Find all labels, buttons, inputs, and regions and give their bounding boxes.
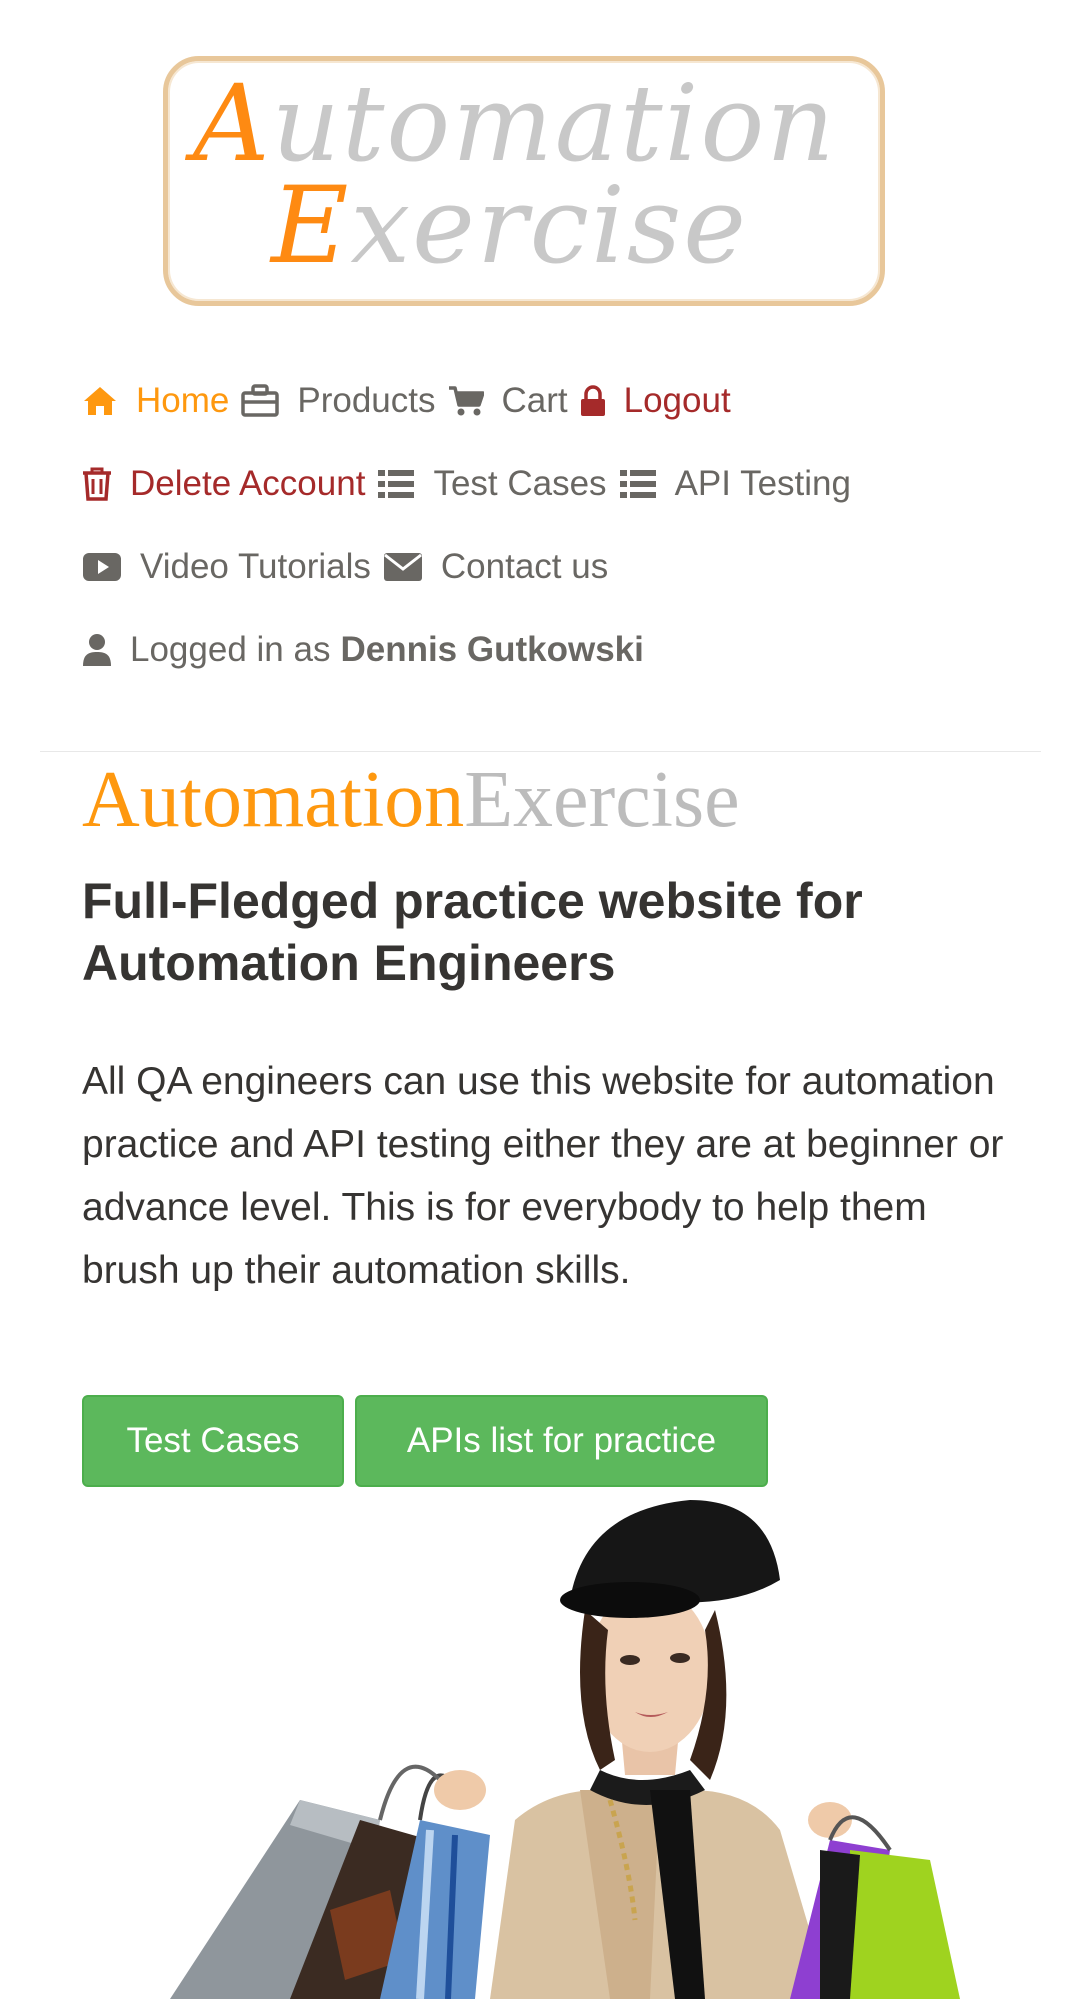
nav-item-label: Contact us <box>440 547 609 586</box>
hero-brand-title: AutomationExercise <box>82 752 740 848</box>
logged-in-username: Dennis Gutkowski <box>340 630 644 669</box>
nav-row: Delete Account Test Cases API Testing <box>82 459 851 509</box>
hero-shopping-woman-image <box>130 1490 1030 1999</box>
nav-item-api-testing[interactable]: API Testing <box>619 464 851 504</box>
youtube-play-icon <box>82 551 122 583</box>
brand-part-exercise: Exercise <box>464 756 740 844</box>
apis-list-button[interactable]: APIs list for practice <box>355 1395 768 1487</box>
nav-item-video-tutorials[interactable]: Video Tutorials <box>82 547 371 587</box>
trash-icon <box>82 467 112 501</box>
nav-item-label: API Testing <box>674 464 851 503</box>
nav-item-contact-us[interactable]: Contact us <box>383 547 608 587</box>
nav-item-home[interactable]: Home <box>82 381 229 421</box>
nav-row: Home Products Cart Logout <box>82 376 731 426</box>
logo-letter-a: A <box>193 62 272 185</box>
briefcase-icon <box>241 384 280 418</box>
list-icon <box>619 468 657 500</box>
nav-item-logout[interactable]: Logout <box>580 381 731 421</box>
list-icon <box>377 468 415 500</box>
test-cases-button[interactable]: Test Cases <box>82 1395 344 1487</box>
logged-in-status: Logged in as Dennis Gutkowski <box>82 625 644 675</box>
page: Automation Exercise Home Products Cart L… <box>0 0 1081 1999</box>
nav-item-cart[interactable]: Cart <box>448 381 568 421</box>
home-icon <box>82 385 118 417</box>
user-icon <box>82 633 112 667</box>
nav-item-label: Delete Account <box>130 464 366 503</box>
nav-item-delete-account[interactable]: Delete Account <box>82 464 365 504</box>
nav-item-label: Test Cases <box>433 464 607 503</box>
nav-item-test-cases[interactable]: Test Cases <box>377 464 607 504</box>
logo-letter-e: E <box>271 164 351 287</box>
cart-icon <box>448 385 484 417</box>
nav-item-label: Cart <box>501 381 568 420</box>
hero-headline: Full-Fledged practice website for Automa… <box>82 873 863 991</box>
nav-item-label: Video Tutorials <box>140 547 371 586</box>
logo-line-2: Exercise <box>271 166 748 286</box>
nav-row: Video Tutorials Contact us <box>82 542 608 592</box>
nav-item-label: Logout <box>623 381 731 420</box>
site-logo[interactable]: Automation Exercise <box>163 56 885 306</box>
nav-item-label: Products <box>297 381 436 420</box>
nav-item-products[interactable]: Products <box>241 381 436 421</box>
logo-word-exercise: xercise <box>350 164 748 287</box>
hero-description: All QA engineers can use this website fo… <box>82 1060 1004 1292</box>
lock-icon <box>580 385 606 417</box>
nav-item-label: Home <box>136 381 230 420</box>
envelope-icon <box>383 552 423 582</box>
brand-part-automation: Automation <box>82 756 465 844</box>
logged-in-label: Logged in as <box>130 630 331 669</box>
